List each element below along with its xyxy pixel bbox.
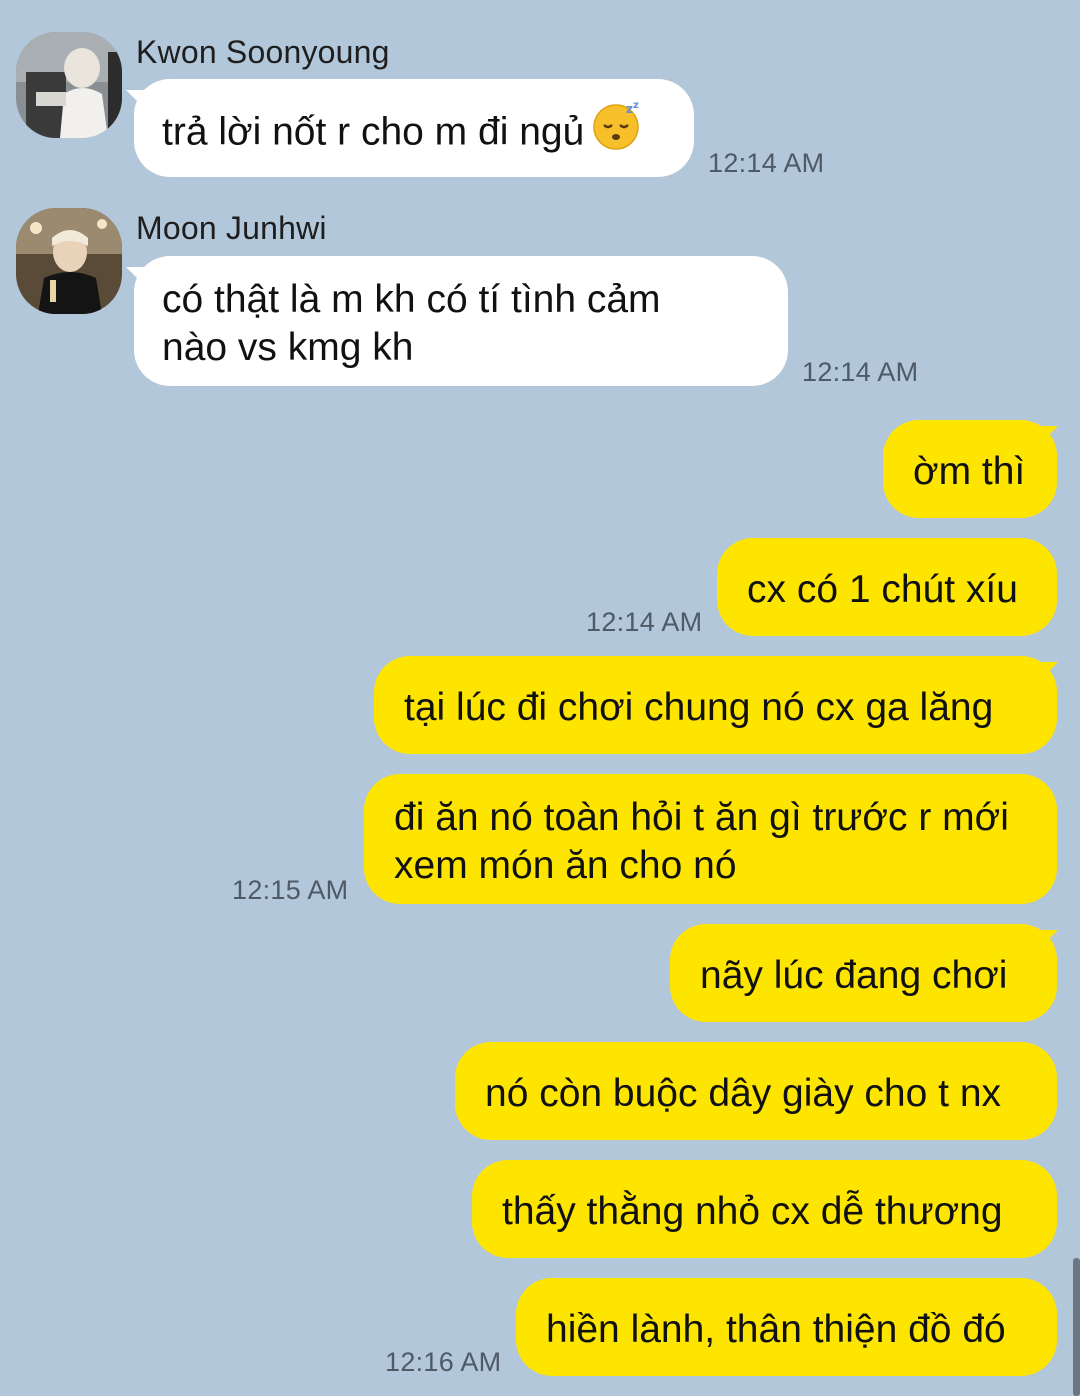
outgoing-message-bubble[interactable]: hiền lành, thân thiện đồ đó (516, 1278, 1057, 1376)
message-text: hiền lành, thân thiện đồ đó (546, 1308, 1006, 1351)
outgoing-message-bubble[interactable]: tại lúc đi chơi chung nó cx ga lăng (374, 656, 1057, 754)
chat-room[interactable]: Kwon Soonyoung trả lời nốt r cho m đi ng… (0, 0, 1080, 1396)
outgoing-message-bubble[interactable]: cx có 1 chút xíu (717, 538, 1057, 636)
message-text: tại lúc đi chơi chung nó cx ga lăng (404, 686, 994, 729)
outgoing-message-bubble[interactable]: thấy thằng nhỏ cx dễ thương (472, 1160, 1057, 1258)
message-text: cx có 1 chút xíu (747, 568, 1018, 611)
timestamp: 12:16 AM (385, 1347, 502, 1377)
message-text-line: xem món ăn cho nó (394, 844, 737, 887)
svg-text:z: z (626, 102, 633, 116)
timestamp: 12:14 AM (708, 148, 825, 178)
outgoing-message-bubble[interactable]: đi ăn nó toàn hỏi t ăn gì trước r mới xe… (364, 774, 1057, 904)
message-text-line: có thật là m kh có tí tình cảm (162, 278, 661, 321)
svg-text:z: z (633, 100, 639, 111)
timestamp: 12:14 AM (802, 357, 919, 387)
sleeping-face-icon: z z (592, 99, 644, 163)
incoming-message-bubble[interactable]: có thật là m kh có tí tình cảm nào vs km… (134, 256, 788, 386)
scrollbar[interactable] (1073, 1258, 1080, 1396)
outgoing-message-bubble[interactable]: nãy lúc đang chơi (670, 924, 1057, 1022)
outgoing-message-bubble[interactable]: ờm thì (883, 420, 1057, 518)
message-text: thấy thằng nhỏ cx dễ thương (502, 1190, 1003, 1233)
message-text: nó còn buộc dây giày cho t nx (485, 1072, 1002, 1115)
outgoing-message-bubble[interactable]: nó còn buộc dây giày cho t nx (455, 1042, 1057, 1140)
message-text-line: đi ăn nó toàn hỏi t ăn gì trước r mới (394, 796, 1009, 839)
incoming-message-bubble[interactable]: trả lời nốt r cho m đi ngủ z z (134, 79, 694, 177)
message-text: nãy lúc đang chơi (700, 954, 1008, 997)
sender-name: Moon Junhwi (136, 210, 327, 246)
message-text: trả lời nốt r cho m đi ngủ (162, 110, 585, 154)
sender-name: Kwon Soonyoung (136, 34, 390, 70)
timestamp: 12:15 AM (232, 875, 349, 905)
avatar-kwon-soonyoung[interactable] (16, 32, 122, 138)
message-text-line: nào vs kmg kh (162, 326, 414, 369)
timestamp: 12:14 AM (586, 607, 703, 637)
message-text: ờm thì (913, 450, 1026, 493)
avatar-moon-junhwi[interactable] (16, 208, 122, 314)
